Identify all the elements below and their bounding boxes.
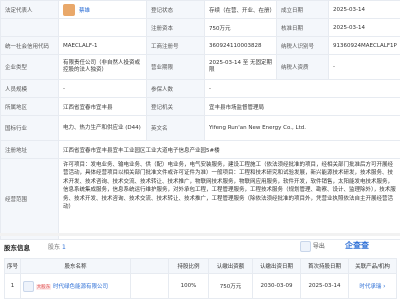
approved-date-label: 核准日期 [276,18,329,37]
status-label: 登记状态 [146,0,205,19]
reg-authority-label: 登记机关 [146,97,205,116]
capital-label: 注册资本 [146,18,205,37]
company-detail-page: 法定代表人 蔡雄 登记状态 存续（在营、开业、在册） 成立日期 2025-03-… [0,0,400,300]
shareholder-count: 1 [61,244,66,251]
empty-label [0,18,59,37]
term-label: 营业期限 [146,54,205,80]
status-value: 存续（在营、开业、在册） [204,0,277,19]
shareholder-name-cell: 大股东 时代绿色能源有限公司 [20,273,131,299]
row-region: 所属地区 江西省宜春市宜丰县 登记机关 宜丰县市场监督管理局 [0,97,400,116]
blank-cell [130,273,169,299]
shareholder-name-link[interactable]: 时代绿色能源有限公司 [53,284,108,290]
uscc-value: MAECLALF-1 [58,36,147,55]
industry-label: 国标行业 [0,115,59,141]
table-header: 序号 股东名称 持股比例 认缴出资额 认缴出资日期 首次持股日期 关联产品/机构 [4,258,397,274]
avatar [63,3,75,16]
badge-label: 股东 [48,244,61,251]
industry-value: 电力、热力生产和供应业 (D44) [58,115,147,141]
staff-value: - [58,79,147,98]
col-blank [130,258,169,274]
scope-value: 许可项目：发电业务、输电业务、供（配）电业务，电气安装服务，建设工程施工（依法须… [58,158,400,240]
row-address: 注册地址 江西省宜春市宜丰县宜丰工业园区工业大道电子信息产业园5#楼 [0,140,400,159]
type-label: 企业类型 [0,54,59,80]
shareholder-count-badge: 股东 1 [48,242,66,251]
col-product: 关联产品/机构 [348,258,397,274]
amount-cell: 750万元 [208,273,253,299]
row-scope: 经营范围 许可项目：发电业务、输电业务、供（配）电业务，电气安装服务，建设工程施… [0,158,400,240]
type-value: 有限责任公司（非自然人投资或控股的法人独资） [58,54,147,80]
section-title: 股东信息 [4,244,30,252]
product-cell: 时代承瑞 › [348,273,397,299]
tax-id-value: 91360924MAECLALF1P [328,36,400,55]
staff-label: 人员规模 [0,79,59,98]
reg-authority-value: 宜丰县市场监督管理局 [204,97,400,116]
col-ratio: 持股比例 [168,258,209,274]
legal-rep-link[interactable]: 蔡雄 [79,6,90,14]
col-first-date: 首次持股日期 [300,258,349,274]
export-icon [300,241,311,252]
est-date-value: 2025-03-14 [328,0,400,19]
export-label: 导出 [312,243,325,250]
col-sub-date: 认缴出资日期 [252,258,301,274]
shareholder-table: 序号 股东名称 持股比例 认缴出资额 认缴出资日期 首次持股日期 关联产品/机构… [4,258,397,299]
term-value: 2025-03-14 至 无固定期限 [204,54,277,80]
est-date-label: 成立日期 [276,0,329,19]
row-industry: 国标行业 电力、热力生产和供应业 (D44) 英文名 Yifeng Run'an… [0,115,400,141]
tax-qual-value: - [328,54,400,80]
export-button[interactable]: 导出 [300,241,325,252]
insured-value: - [204,79,400,98]
region-value: 江西省宜春市宜丰县 [58,97,147,116]
insured-label: 参保人数 [146,79,205,98]
brand-logo: 企查查 [345,241,369,250]
capital-value: 750万元 [204,18,277,37]
ratio-cell: 100% [168,273,209,299]
legal-rep-label: 法定代表人 [0,0,59,19]
english-name-label: 英文名 [146,115,205,141]
address-value: 江西省宜春市宜丰县宜丰工业园区工业大道电子信息产业园5#楼 [58,140,400,159]
legal-rep-cell: 蔡雄 [58,0,147,19]
empty-value [58,18,147,37]
major-holder-tag: 大股东 [35,283,52,290]
uscc-label: 统一社会信用代码 [0,36,59,55]
sub-date-cell: 2030-03-09 [252,273,301,299]
biz-reg-label: 工商注册号 [146,36,205,55]
row-legal: 法定代表人 蔡雄 登记状态 存续（在营、开业、在册） 成立日期 2025-03-… [0,0,400,19]
address-label: 注册地址 [0,140,59,159]
shareholder-section-header: 股东信息 股东 1 导出 企查查 [0,236,400,256]
table-row[interactable]: 1 大股东 时代绿色能源有限公司 100% 750万元 2030-03-09 2… [4,273,397,299]
row-type: 企业类型 有限责任公司（非自然人投资或控股的法人独资） 营业期限 2025-03… [0,54,400,80]
product-link[interactable]: 时代承瑞 [359,284,381,290]
row-index: 1 [4,273,21,299]
chevron-right-icon[interactable]: › [383,283,385,290]
tax-qual-label: 纳税人资质 [276,54,329,80]
row-staff: 人员规模 - 参保人数 - [0,79,400,98]
business-info-grid: 法定代表人 蔡雄 登记状态 存续（在营、开业、在册） 成立日期 2025-03-… [0,0,400,240]
biz-reg-value: 360924110003828 [204,36,277,55]
company-logo-icon [23,280,34,292]
approved-date-value: 2025-03-14 [328,18,400,37]
col-index: 序号 [4,258,21,274]
row-capital: 注册资本 750万元 核准日期 2025-03-14 [0,18,400,37]
col-name: 股东名称 [20,258,131,274]
col-amount: 认缴出资额 [208,258,253,274]
first-date-cell: 2025-03-14 [300,273,349,299]
tax-id-label: 纳税人识别号 [276,36,329,55]
english-name-value: Yifeng Run'an New Energy Co., Ltd. [204,115,400,141]
row-codes: 统一社会信用代码 MAECLALF-1 工商注册号 36092411000382… [0,36,400,55]
region-label: 所属地区 [0,97,59,116]
scope-label: 经营范围 [0,158,59,240]
